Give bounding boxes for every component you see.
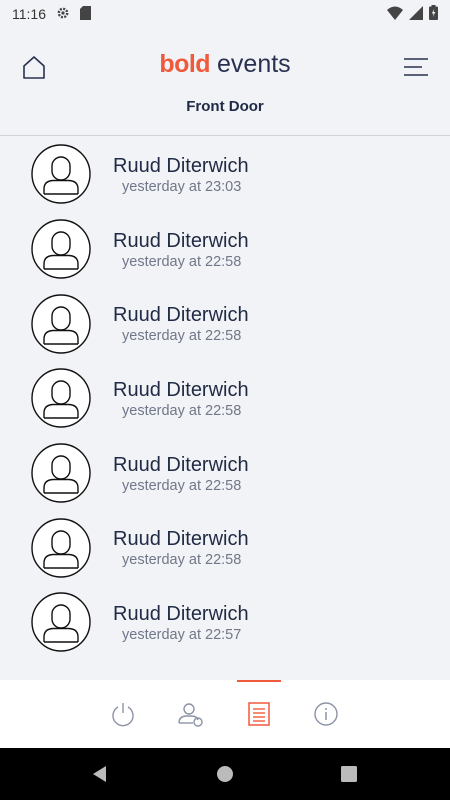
user-avatar-icon [31,443,91,503]
event-timestamp: yesterday at 22:58 [122,253,242,270]
back-triangle-icon [93,766,106,782]
nav-power-button[interactable] [98,680,148,748]
event-user-name: Ruud Diterwich [113,378,249,401]
user-avatar-icon [31,592,91,653]
battery-icon [429,5,438,23]
system-back-button[interactable] [88,762,112,786]
list-item[interactable]: Ruud Diterwich yesterday at 22:58 [0,212,450,287]
info-icon [314,702,338,726]
event-user-name: Ruud Diterwich [113,229,249,252]
event-user-name: Ruud Diterwich [113,602,249,625]
event-user-name: Ruud Diterwich [113,304,249,327]
page-title: Front Door [186,98,264,115]
event-list[interactable]: Ruud Diterwich yesterday at 23:03 Ruud D… [0,137,450,680]
list-item[interactable]: Ruud Diterwich yesterday at 23:03 [0,137,450,212]
brand-bold-text: bold [159,50,211,78]
status-bar: 11:16 [0,0,450,28]
event-timestamp: yesterday at 22:58 [122,552,242,569]
power-icon [112,703,134,727]
home-circle-icon [217,766,233,782]
event-timestamp: yesterday at 22:57 [122,626,242,643]
event-user-name: Ruud Diterwich [113,154,249,177]
event-timestamp: yesterday at 22:58 [122,402,242,419]
event-user-name: Ruud Diterwich [113,528,249,551]
nav-info-button[interactable] [301,680,351,748]
event-timestamp: yesterday at 23:03 [122,178,242,195]
sd-card-icon [80,5,91,23]
list-item[interactable]: Ruud Diterwich yesterday at 22:57 [0,585,450,660]
system-recents-button[interactable] [337,762,361,786]
nav-events-button[interactable] [234,680,284,748]
user-avatar-icon [31,219,91,279]
user-avatar-icon [31,368,91,429]
system-nav-bar [0,748,450,800]
list-item[interactable]: Ruud Diterwich yesterday at 22:58 [0,286,450,361]
menu-icon [404,58,428,76]
nav-users-button[interactable] [166,680,216,748]
app-header: bold events Front Door [0,28,450,136]
event-timestamp: yesterday at 22:58 [122,328,242,345]
brand-rest-text: events [210,50,291,78]
recents-square-icon [341,766,357,782]
users-icon [178,703,203,727]
user-avatar-icon [31,144,91,205]
gear-icon [56,6,70,23]
menu-button[interactable] [404,56,430,78]
events-list-icon [248,702,270,726]
wifi-icon [387,6,403,23]
user-avatar-icon [31,518,91,578]
app-logo: bold events [0,50,450,79]
bottom-nav [0,680,450,748]
list-item[interactable]: Ruud Diterwich yesterday at 22:58 [0,361,450,436]
status-time: 11:16 [12,6,46,22]
list-item[interactable]: Ruud Diterwich yesterday at 22:58 [0,436,450,511]
event-user-name: Ruud Diterwich [113,453,249,476]
list-item[interactable]: Ruud Diterwich yesterday at 22:58 [0,510,450,585]
cell-signal-icon [409,5,423,23]
event-timestamp: yesterday at 22:58 [122,477,242,494]
user-avatar-icon [31,294,91,354]
system-home-button[interactable] [213,762,237,786]
